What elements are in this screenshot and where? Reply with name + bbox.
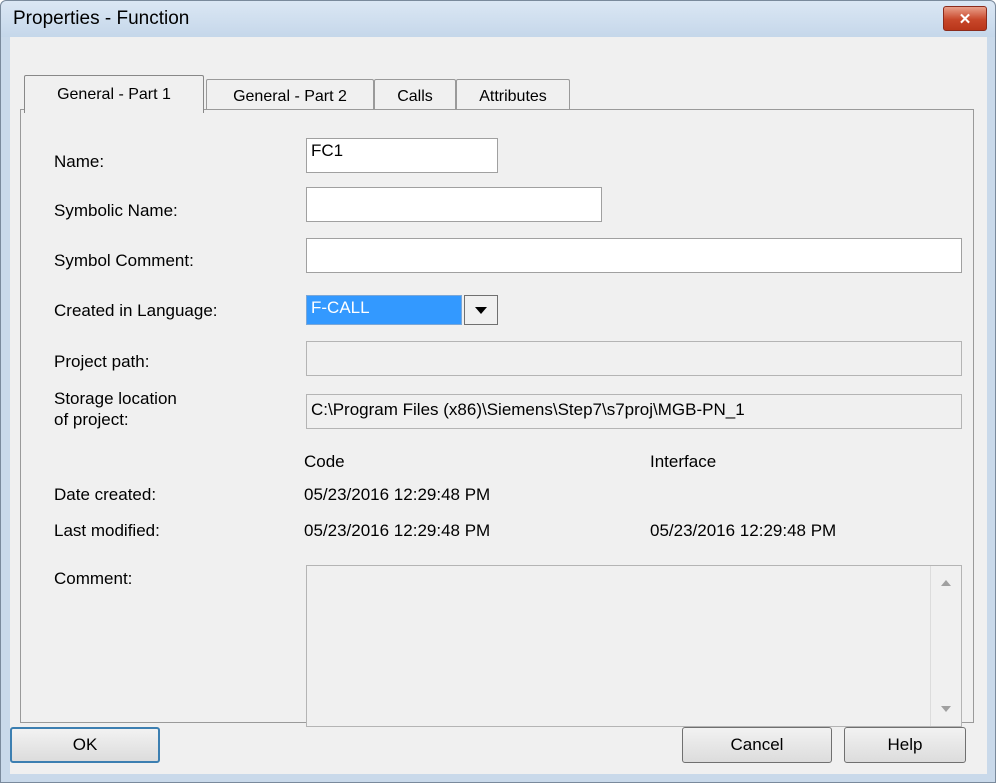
project-path-label: Project path:	[54, 352, 150, 371]
close-button[interactable]: ✕	[943, 6, 987, 31]
name-input[interactable]: FC1	[306, 138, 498, 173]
window-title: Properties - Function	[13, 8, 190, 29]
comment-scrollbar[interactable]	[930, 566, 961, 726]
title-bar[interactable]: Properties - Function ✕	[1, 1, 995, 37]
chevron-down-icon	[475, 306, 487, 314]
ok-button-label: OK	[72, 735, 98, 754]
last-modified-label: Last modified:	[54, 521, 160, 540]
dialog-client-area: General - Part 1 General - Part 2 Calls …	[10, 37, 987, 774]
tab-label: Attributes	[479, 87, 547, 105]
interface-header: Interface	[650, 452, 717, 471]
symbolic-name-label: Symbolic Name:	[54, 201, 178, 220]
help-button-label: Help	[887, 735, 923, 754]
scrollbar-arrows	[941, 580, 951, 712]
scroll-down-icon	[941, 706, 951, 712]
storage-location-label-line2: of project:	[54, 410, 129, 429]
language-label: Created in Language:	[54, 301, 218, 320]
ok-button[interactable]: OK	[10, 727, 160, 763]
tab-general-part-1[interactable]: General - Part 1	[24, 75, 204, 113]
cancel-button[interactable]: Cancel	[682, 727, 832, 763]
language-select[interactable]: F-CALL	[306, 295, 462, 325]
tab-label: General - Part 2	[233, 87, 347, 105]
symbol-comment-input[interactable]	[306, 238, 962, 273]
close-icon: ✕	[958, 10, 972, 28]
symbol-comment-label: Symbol Comment:	[54, 251, 194, 270]
comment-label: Comment:	[54, 569, 133, 588]
tab-label: Calls	[397, 87, 433, 105]
storage-location-field: C:\Program Files (x86)\Siemens\Step7\s7p…	[306, 394, 962, 429]
tab-general-part-2[interactable]: General - Part 2	[206, 79, 374, 113]
language-dropdown-button[interactable]	[464, 295, 498, 325]
last-modified-code: 05/23/2016 12:29:48 PM	[304, 521, 491, 540]
tab-calls[interactable]: Calls	[374, 79, 456, 113]
symbolic-name-input[interactable]	[306, 187, 602, 222]
storage-location-label-line1: Storage location	[54, 389, 177, 408]
comment-textarea[interactable]	[306, 565, 962, 727]
date-created-label: Date created:	[54, 485, 157, 504]
code-header: Code	[304, 452, 345, 471]
last-modified-interface: 05/23/2016 12:29:48 PM	[650, 521, 837, 540]
scroll-up-icon	[941, 580, 951, 586]
date-created-code: 05/23/2016 12:29:48 PM	[304, 485, 491, 504]
name-label: Name:	[54, 152, 105, 171]
cancel-button-label: Cancel	[730, 735, 784, 754]
properties-dialog: Properties - Function ✕ General - Part 1…	[0, 0, 996, 783]
tab-attributes[interactable]: Attributes	[456, 79, 570, 113]
help-button[interactable]: Help	[844, 727, 966, 763]
project-path-field	[306, 341, 962, 376]
tab-label: General - Part 1	[57, 85, 171, 103]
